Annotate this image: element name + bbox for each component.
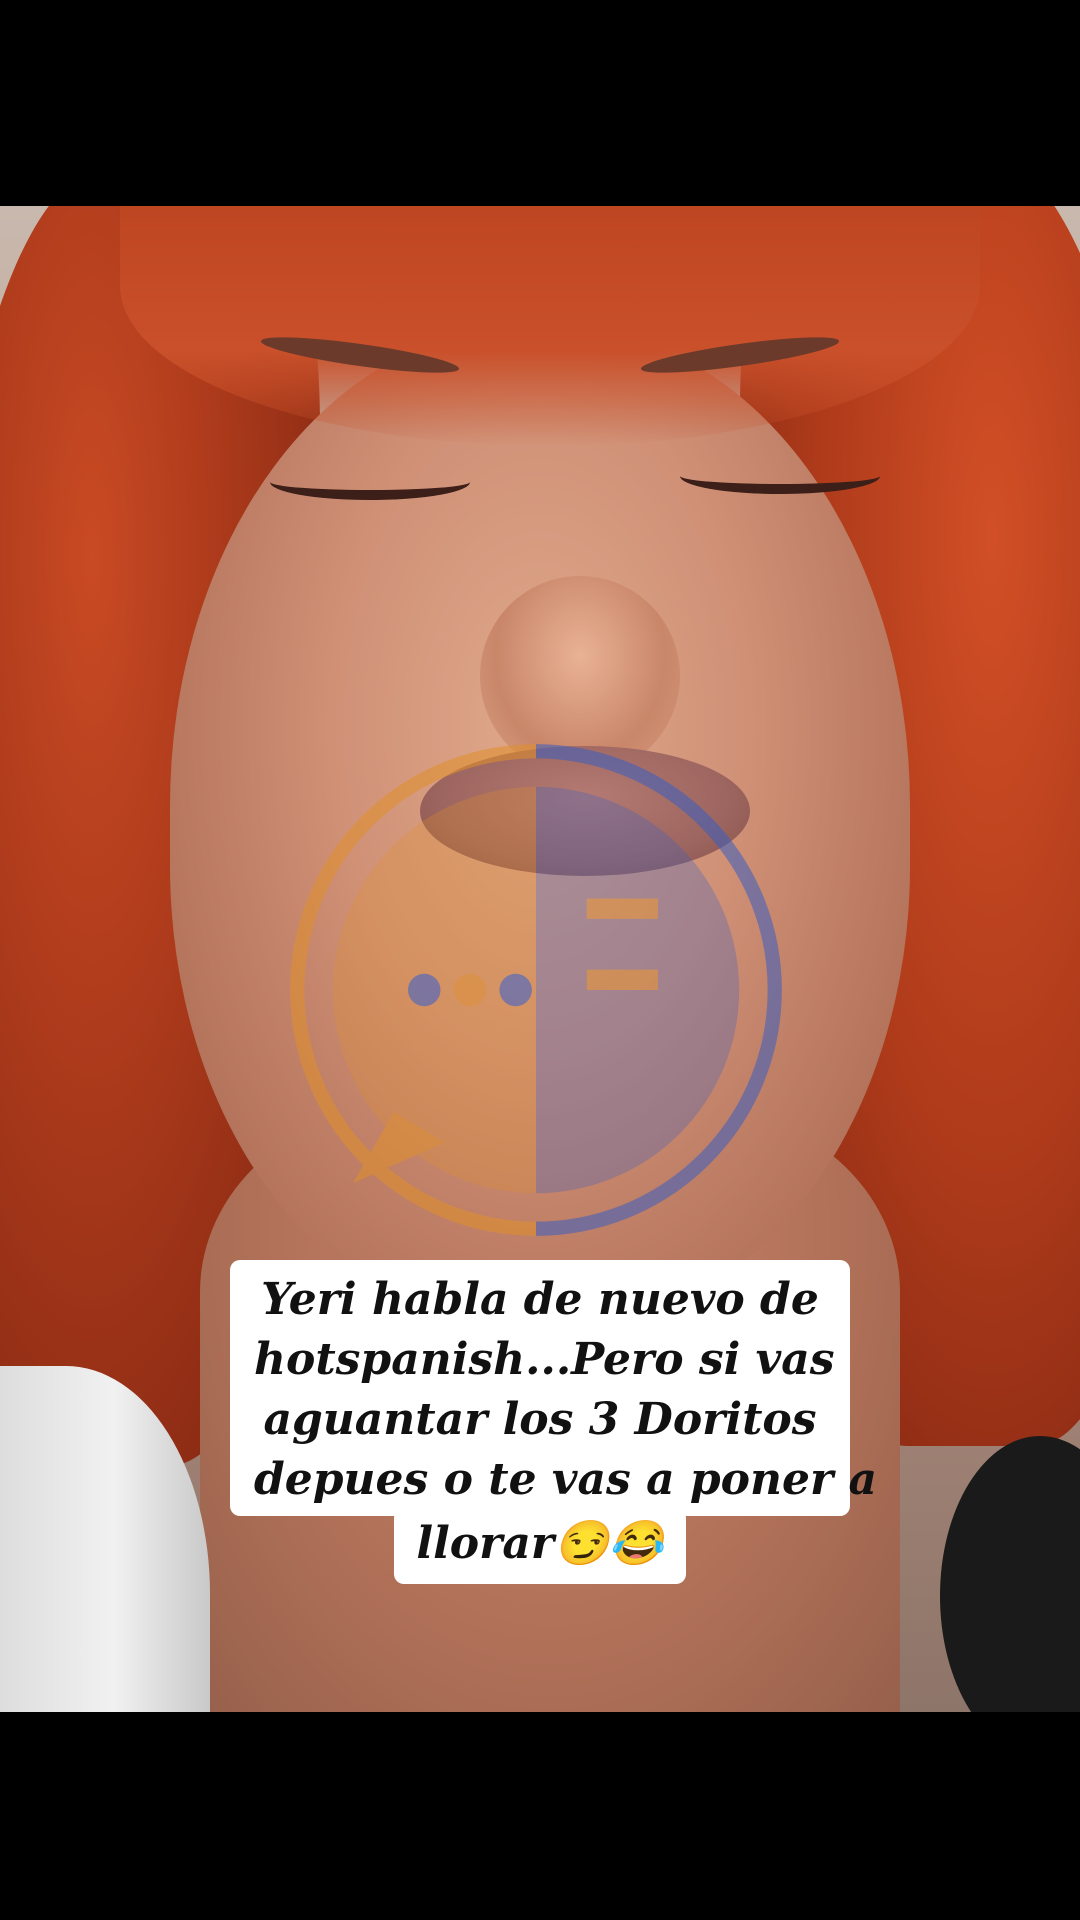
caption-overlay: Yeri habla de nuevo de hotspanish...Pero… [0, 1260, 1080, 1584]
caption-line-4: depues o te vas a poner a [254, 1454, 878, 1505]
eye-right [680, 458, 880, 494]
caption-box-last: llorar😏😂 [394, 1508, 686, 1584]
caption-line-3: aguantar los 3 Doritos [263, 1394, 817, 1445]
eye-left [270, 464, 470, 500]
caption-box: Yeri habla de nuevo de hotspanish...Pero… [230, 1260, 878, 1516]
caption-line-2: hotspanish...Pero si vas [254, 1334, 835, 1385]
top-letterbox [0, 0, 1080, 206]
bottom-letterbox [0, 1712, 1080, 1920]
caption-line-5: llorar😏😂 [416, 1518, 664, 1569]
caption-line-1: Yeri habla de nuevo de [261, 1274, 819, 1325]
speech-bubble-logo-icon [290, 744, 782, 1236]
